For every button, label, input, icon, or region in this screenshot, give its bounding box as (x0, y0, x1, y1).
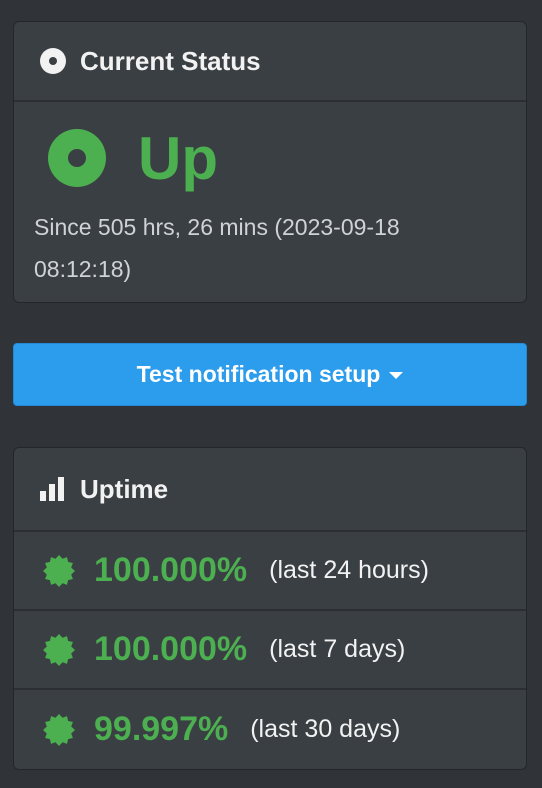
status-since-line1: Since 505 hrs, 26 mins (2023-09-18 (34, 214, 400, 240)
uptime-percent: 100.000% (94, 630, 248, 668)
uptime-row-24h: 100.000% (last 24 hours) (14, 532, 526, 611)
uptime-row-7d: 100.000% (last 7 days) (14, 611, 526, 690)
uptime-row-30d: 99.997% (last 30 days) (14, 690, 526, 769)
status-since-line2: 08:12:18) (34, 256, 132, 282)
uptime-header: Uptime (14, 448, 526, 532)
badge-check-icon (43, 633, 75, 666)
status-since-text: Since 505 hrs, 26 mins (2023-09-18 08:12… (34, 206, 494, 290)
current-status-title: Current Status (80, 45, 261, 76)
bar-chart-icon (40, 477, 66, 501)
badge-check-icon (43, 713, 75, 746)
current-status-header: Current Status (14, 22, 526, 102)
dot-circle-icon (40, 48, 66, 74)
badge-check-icon (43, 554, 75, 587)
uptime-percent: 99.997% (94, 710, 229, 748)
caret-down-icon (389, 372, 404, 379)
uptime-period: (last 7 days) (269, 635, 406, 663)
test-notification-button[interactable]: Test notification setup (13, 343, 527, 406)
status-up-icon (48, 129, 106, 187)
uptime-title: Uptime (80, 473, 169, 504)
current-status-body: Up Since 505 hrs, 26 mins (2023-09-18 08… (14, 102, 526, 302)
uptime-period: (last 30 days) (250, 715, 401, 743)
uptime-period: (last 24 hours) (269, 556, 429, 584)
uptime-percent: 100.000% (94, 551, 248, 589)
uptime-card: Uptime 100.000% (last 24 hours) 100.000%… (13, 447, 527, 770)
status-value: Up (138, 125, 218, 192)
current-status-card: Current Status Up Since 505 hrs, 26 mins… (13, 21, 527, 303)
test-notification-label: Test notification setup (136, 361, 381, 387)
